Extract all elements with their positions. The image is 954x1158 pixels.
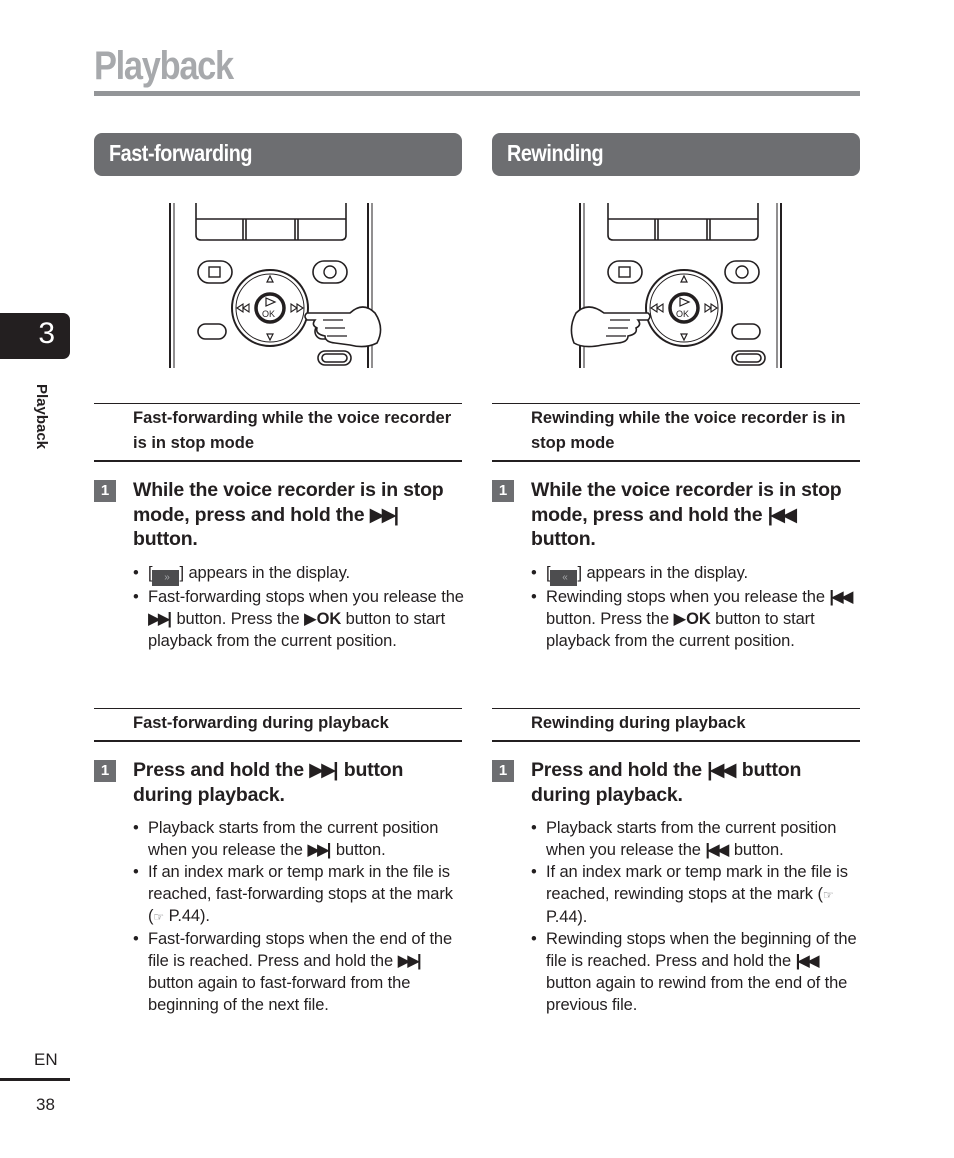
step-ff-stop-mode: 1 While the voice recorder is in stop mo…	[94, 478, 464, 552]
play-ok-button-icon: ▶OK	[673, 610, 711, 628]
list-item: Playback starts from the current positio…	[531, 817, 866, 861]
page-reference-link[interactable]: P.44).	[546, 908, 587, 926]
list-item: Rewinding stops when the beginning of th…	[531, 928, 866, 1016]
reference-icon: ☞	[153, 910, 165, 924]
rewind-button-icon: |◀◀	[707, 759, 737, 781]
subhead-ff-stop-mode: Fast-forwarding while the voice recorder…	[94, 403, 462, 462]
step-rw-stop-mode: 1 While the voice recorder is in stop mo…	[492, 478, 862, 552]
step-rw-during-playback: 1 Press and hold the |◀◀ button during p…	[492, 758, 862, 807]
list-item: Rewinding stops when you release the |◀◀…	[531, 586, 866, 652]
reference-icon: ☞	[822, 888, 834, 902]
fast-forward-button-icon: ▶▶|	[309, 759, 339, 781]
chapter-tab: 3	[0, 313, 70, 359]
rewind-button-icon: |◀◀	[829, 588, 853, 606]
stop-button-icon	[197, 260, 233, 284]
subhead-rw-stop-mode: Rewinding while the voice recorder is in…	[492, 403, 860, 462]
fast-forward-button-icon: ▶▶|	[148, 610, 172, 628]
list-item: If an index mark or temp mark in the fil…	[133, 861, 468, 928]
footer-rule	[0, 1078, 70, 1081]
section-header-rewinding: Rewinding	[492, 133, 860, 176]
bullet-list-ff-stop-mode: [»] appears in the display. Fast-forward…	[133, 562, 468, 652]
bullet-list-rw-stop-mode: [«] appears in the display. Rewinding st…	[531, 562, 866, 652]
recorder-illustration-fast-forward: OK	[169, 203, 382, 368]
rewind-button-icon: |◀◀	[795, 952, 820, 970]
finger-pointer-icon	[304, 306, 382, 348]
step-number: 1	[492, 480, 514, 502]
svg-text:OK: OK	[262, 309, 275, 319]
page-number: 38	[36, 1095, 55, 1114]
fast-forward-button-icon: ▶▶|	[397, 952, 422, 970]
page-reference-link[interactable]: P.44).	[169, 907, 210, 925]
play-ok-button-icon: ▶OK	[304, 610, 342, 628]
step-number: 1	[492, 760, 514, 782]
fast-forward-display-icon: »	[152, 570, 180, 586]
bullet-list-rw-during-playback: Playback starts from the current positio…	[531, 817, 866, 1016]
section-header-fast-forwarding: Fast-forwarding	[94, 133, 462, 176]
fast-forward-button-icon: ▶▶|	[307, 841, 331, 859]
list-item: [»] appears in the display.	[133, 562, 468, 586]
svg-text:OK: OK	[676, 309, 689, 319]
record-button-icon	[312, 260, 348, 284]
list-item: Fast-forwarding stops when the end of th…	[133, 928, 468, 1016]
step-number: 1	[94, 480, 116, 502]
step-ff-during-playback: 1 Press and hold the ▶▶| button during p…	[94, 758, 464, 807]
page-title: Playback	[94, 44, 234, 88]
recorder-illustration-rewind: OK	[570, 203, 782, 368]
list-item: If an index mark or temp mark in the fil…	[531, 861, 866, 928]
list-item: Fast-forwarding stops when you release t…	[133, 586, 468, 652]
rewind-button-icon: |◀◀	[767, 503, 798, 526]
side-section-label: Playback	[33, 384, 50, 450]
list-item: Playback starts from the current positio…	[133, 817, 468, 861]
rewind-display-icon: «	[550, 570, 578, 586]
chapter-number: 3	[38, 317, 55, 350]
stop-button-icon	[607, 260, 643, 284]
list-item: [«] appears in the display.	[531, 562, 866, 586]
rewind-button-icon: |◀◀	[705, 841, 729, 859]
language-label: EN	[34, 1050, 58, 1069]
subhead-ff-during-playback: Fast-forwarding during playback	[94, 708, 462, 742]
title-rule	[94, 91, 860, 96]
fast-forward-button-icon: ▶▶|	[369, 503, 400, 526]
subhead-rw-during-playback: Rewinding during playback	[492, 708, 860, 742]
record-button-icon	[724, 260, 760, 284]
finger-pointer-icon	[570, 306, 651, 348]
step-number: 1	[94, 760, 116, 782]
bullet-list-ff-during-playback: Playback starts from the current positio…	[133, 817, 468, 1016]
